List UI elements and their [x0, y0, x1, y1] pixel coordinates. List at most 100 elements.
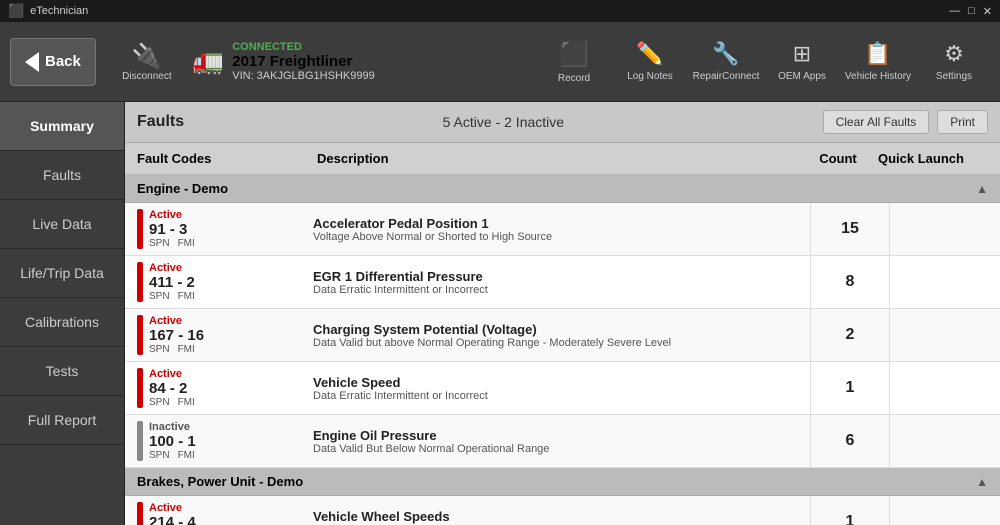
repair-connect-button[interactable]: 🔧 RepairConnect: [690, 27, 762, 97]
fault-desc-cell: Engine Oil Pressure Data Valid But Below…: [305, 422, 810, 461]
section-brakes-demo: Brakes, Power Unit - Demo ▲: [125, 468, 1000, 496]
sidebar-item-tests[interactable]: Tests: [0, 347, 124, 396]
sidebar-item-life-trip[interactable]: Life/Trip Data: [0, 249, 124, 298]
disconnect-icon: 🔌: [132, 42, 162, 71]
vehicle-history-icon: 📋: [864, 41, 891, 67]
sidebar-tests-label: Tests: [46, 363, 79, 379]
sidebar-full-report-label: Full Report: [28, 412, 96, 428]
table-header: Fault Codes Description Count Quick Laun…: [125, 143, 1000, 175]
section-collapse-icon[interactable]: ▲: [976, 182, 988, 196]
fault-desc-sub: Data Erratic Intermittent or Incorrect: [313, 390, 802, 402]
fault-code-num: 167 - 16: [149, 327, 204, 344]
fault-code-info: Active 91 - 3 SPN FMI: [149, 209, 195, 249]
status-bar-active: [137, 368, 143, 408]
section-engine-title: Engine - Demo: [137, 181, 228, 196]
disconnect-button[interactable]: 🔌 Disconnect: [112, 42, 182, 82]
sidebar-life-trip-label: Life/Trip Data: [20, 265, 104, 281]
fault-desc-title: Charging System Potential (Voltage): [313, 322, 802, 337]
minimize-btn[interactable]: —: [949, 5, 960, 18]
vehicle-details: 🚛 CONNECTED 2017 Freightliner VIN: 3AKJG…: [192, 41, 375, 82]
fault-code-cell: Inactive 100 - 1 SPN FMI: [125, 415, 305, 467]
fault-desc-cell: Charging System Potential (Voltage) Data…: [305, 316, 810, 355]
fault-desc-sub: Data Valid But Below Normal Operational …: [313, 443, 802, 455]
fault-code-info: Active 411 - 2 SPN FMI: [149, 262, 195, 302]
close-btn[interactable]: ✕: [983, 5, 992, 18]
log-notes-button[interactable]: ✏️ Log Notes: [614, 27, 686, 97]
oem-apps-button[interactable]: ⊞ OEM Apps: [766, 27, 838, 97]
fault-code-info: Active 167 - 16 SPN FMI: [149, 315, 204, 355]
section-collapse-icon[interactable]: ▲: [976, 475, 988, 489]
status-bar-inactive: [137, 421, 143, 461]
fault-code-num: 91 - 3: [149, 221, 195, 238]
fault-code-info: Inactive 100 - 1 SPN FMI: [149, 421, 196, 461]
section-brakes-title: Brakes, Power Unit - Demo: [137, 474, 303, 489]
fault-desc-title: Engine Oil Pressure: [313, 428, 802, 443]
table-row: Active 91 - 3 SPN FMI Accelerator Pedal …: [125, 203, 1000, 256]
faults-title: Faults: [137, 113, 184, 131]
fault-code-num: 100 - 1: [149, 433, 196, 450]
fault-desc-cell: EGR 1 Differential Pressure Data Erratic…: [305, 263, 810, 302]
section-engine-demo: Engine - Demo ▲: [125, 175, 1000, 203]
sidebar-summary-label: Summary: [30, 118, 94, 134]
fault-launch-cell: [890, 516, 1000, 525]
print-button[interactable]: Print: [937, 110, 988, 134]
fault-launch-cell: [890, 435, 1000, 447]
status-bar-active: [137, 209, 143, 249]
clear-all-faults-button[interactable]: Clear All Faults: [823, 110, 930, 134]
faults-header: Faults 5 Active - 2 Inactive Clear All F…: [125, 102, 1000, 143]
back-label: Back: [45, 53, 81, 70]
connection-status: CONNECTED: [232, 41, 374, 53]
disconnect-label: Disconnect: [122, 71, 171, 82]
col-count: Count: [798, 151, 878, 166]
table-row: Inactive 100 - 1 SPN FMI Engine Oil Pres…: [125, 415, 1000, 468]
fault-count: 1: [810, 496, 890, 525]
record-button[interactable]: ⬛ Record: [538, 27, 610, 97]
fault-count: 6: [810, 415, 890, 467]
table-row: Active 167 - 16 SPN FMI Charging System …: [125, 309, 1000, 362]
fault-code-labels: SPN FMI: [149, 344, 204, 355]
sidebar-item-live-data[interactable]: Live Data: [0, 200, 124, 249]
status-bar-active: [137, 262, 143, 302]
fault-code-cell: Active 84 - 2 SPN FMI: [125, 362, 305, 414]
settings-icon: ⚙: [944, 41, 964, 67]
record-label: Record: [558, 73, 590, 84]
window-controls: — □ ✕: [949, 5, 992, 18]
fault-code-num: 214 - 4: [149, 514, 196, 525]
vehicle-history-button[interactable]: 📋 Vehicle History: [842, 27, 914, 97]
fault-desc-title: Vehicle Speed: [313, 375, 802, 390]
fault-status: Active: [149, 262, 195, 274]
fault-count: 15: [810, 203, 890, 255]
sidebar-item-full-report[interactable]: Full Report: [0, 396, 124, 445]
fault-status: Active: [149, 502, 196, 514]
fault-code-labels: SPN FMI: [149, 397, 195, 408]
vehicle-text: CONNECTED 2017 Freightliner VIN: 3AKJGLB…: [232, 41, 374, 82]
truck-icon: 🚛: [192, 46, 224, 77]
content-area: Faults 5 Active - 2 Inactive Clear All F…: [125, 102, 1000, 525]
sidebar-item-summary[interactable]: Summary: [0, 102, 124, 151]
fault-status: Active: [149, 209, 195, 221]
fault-launch-cell: [890, 276, 1000, 288]
fault-status: Active: [149, 368, 195, 380]
back-button[interactable]: Back: [10, 38, 96, 86]
fault-desc-sub: Voltage Above Normal or Shorted to High …: [313, 231, 802, 243]
fault-code-info: Active 84 - 2 SPN FMI: [149, 368, 195, 408]
maximize-btn[interactable]: □: [968, 5, 975, 18]
fault-code-cell: Active 91 - 3 SPN FMI: [125, 203, 305, 255]
fault-code-num: 411 - 2: [149, 274, 195, 291]
fault-code-num: 84 - 2: [149, 380, 195, 397]
fault-desc-sub: Data Erratic Intermittent or Incorrect: [313, 284, 802, 296]
settings-button[interactable]: ⚙ Settings: [918, 27, 990, 97]
vehicle-info: 🔌 Disconnect 🚛 CONNECTED 2017 Freightlin…: [112, 41, 538, 82]
app-icon: ⬛: [8, 3, 24, 19]
sidebar: Summary Faults Live Data Life/Trip Data …: [0, 102, 125, 525]
sidebar-item-calibrations[interactable]: Calibrations: [0, 298, 124, 347]
fault-desc-title: Vehicle Wheel Speeds: [313, 509, 802, 524]
fault-desc-cell: Vehicle Speed Data Erratic Intermittent …: [305, 369, 810, 408]
fault-code-cell: Active 167 - 16 SPN FMI: [125, 309, 305, 361]
table-row: Active 84 - 2 SPN FMI Vehicle Speed Data…: [125, 362, 1000, 415]
back-arrow-icon: [25, 52, 39, 72]
vehicle-vin: VIN: 3AKJGLBG1HSHK9999: [232, 70, 374, 82]
col-fault-codes: Fault Codes: [137, 151, 317, 166]
fault-code-labels: SPN FMI: [149, 291, 195, 302]
sidebar-item-faults[interactable]: Faults: [0, 151, 124, 200]
